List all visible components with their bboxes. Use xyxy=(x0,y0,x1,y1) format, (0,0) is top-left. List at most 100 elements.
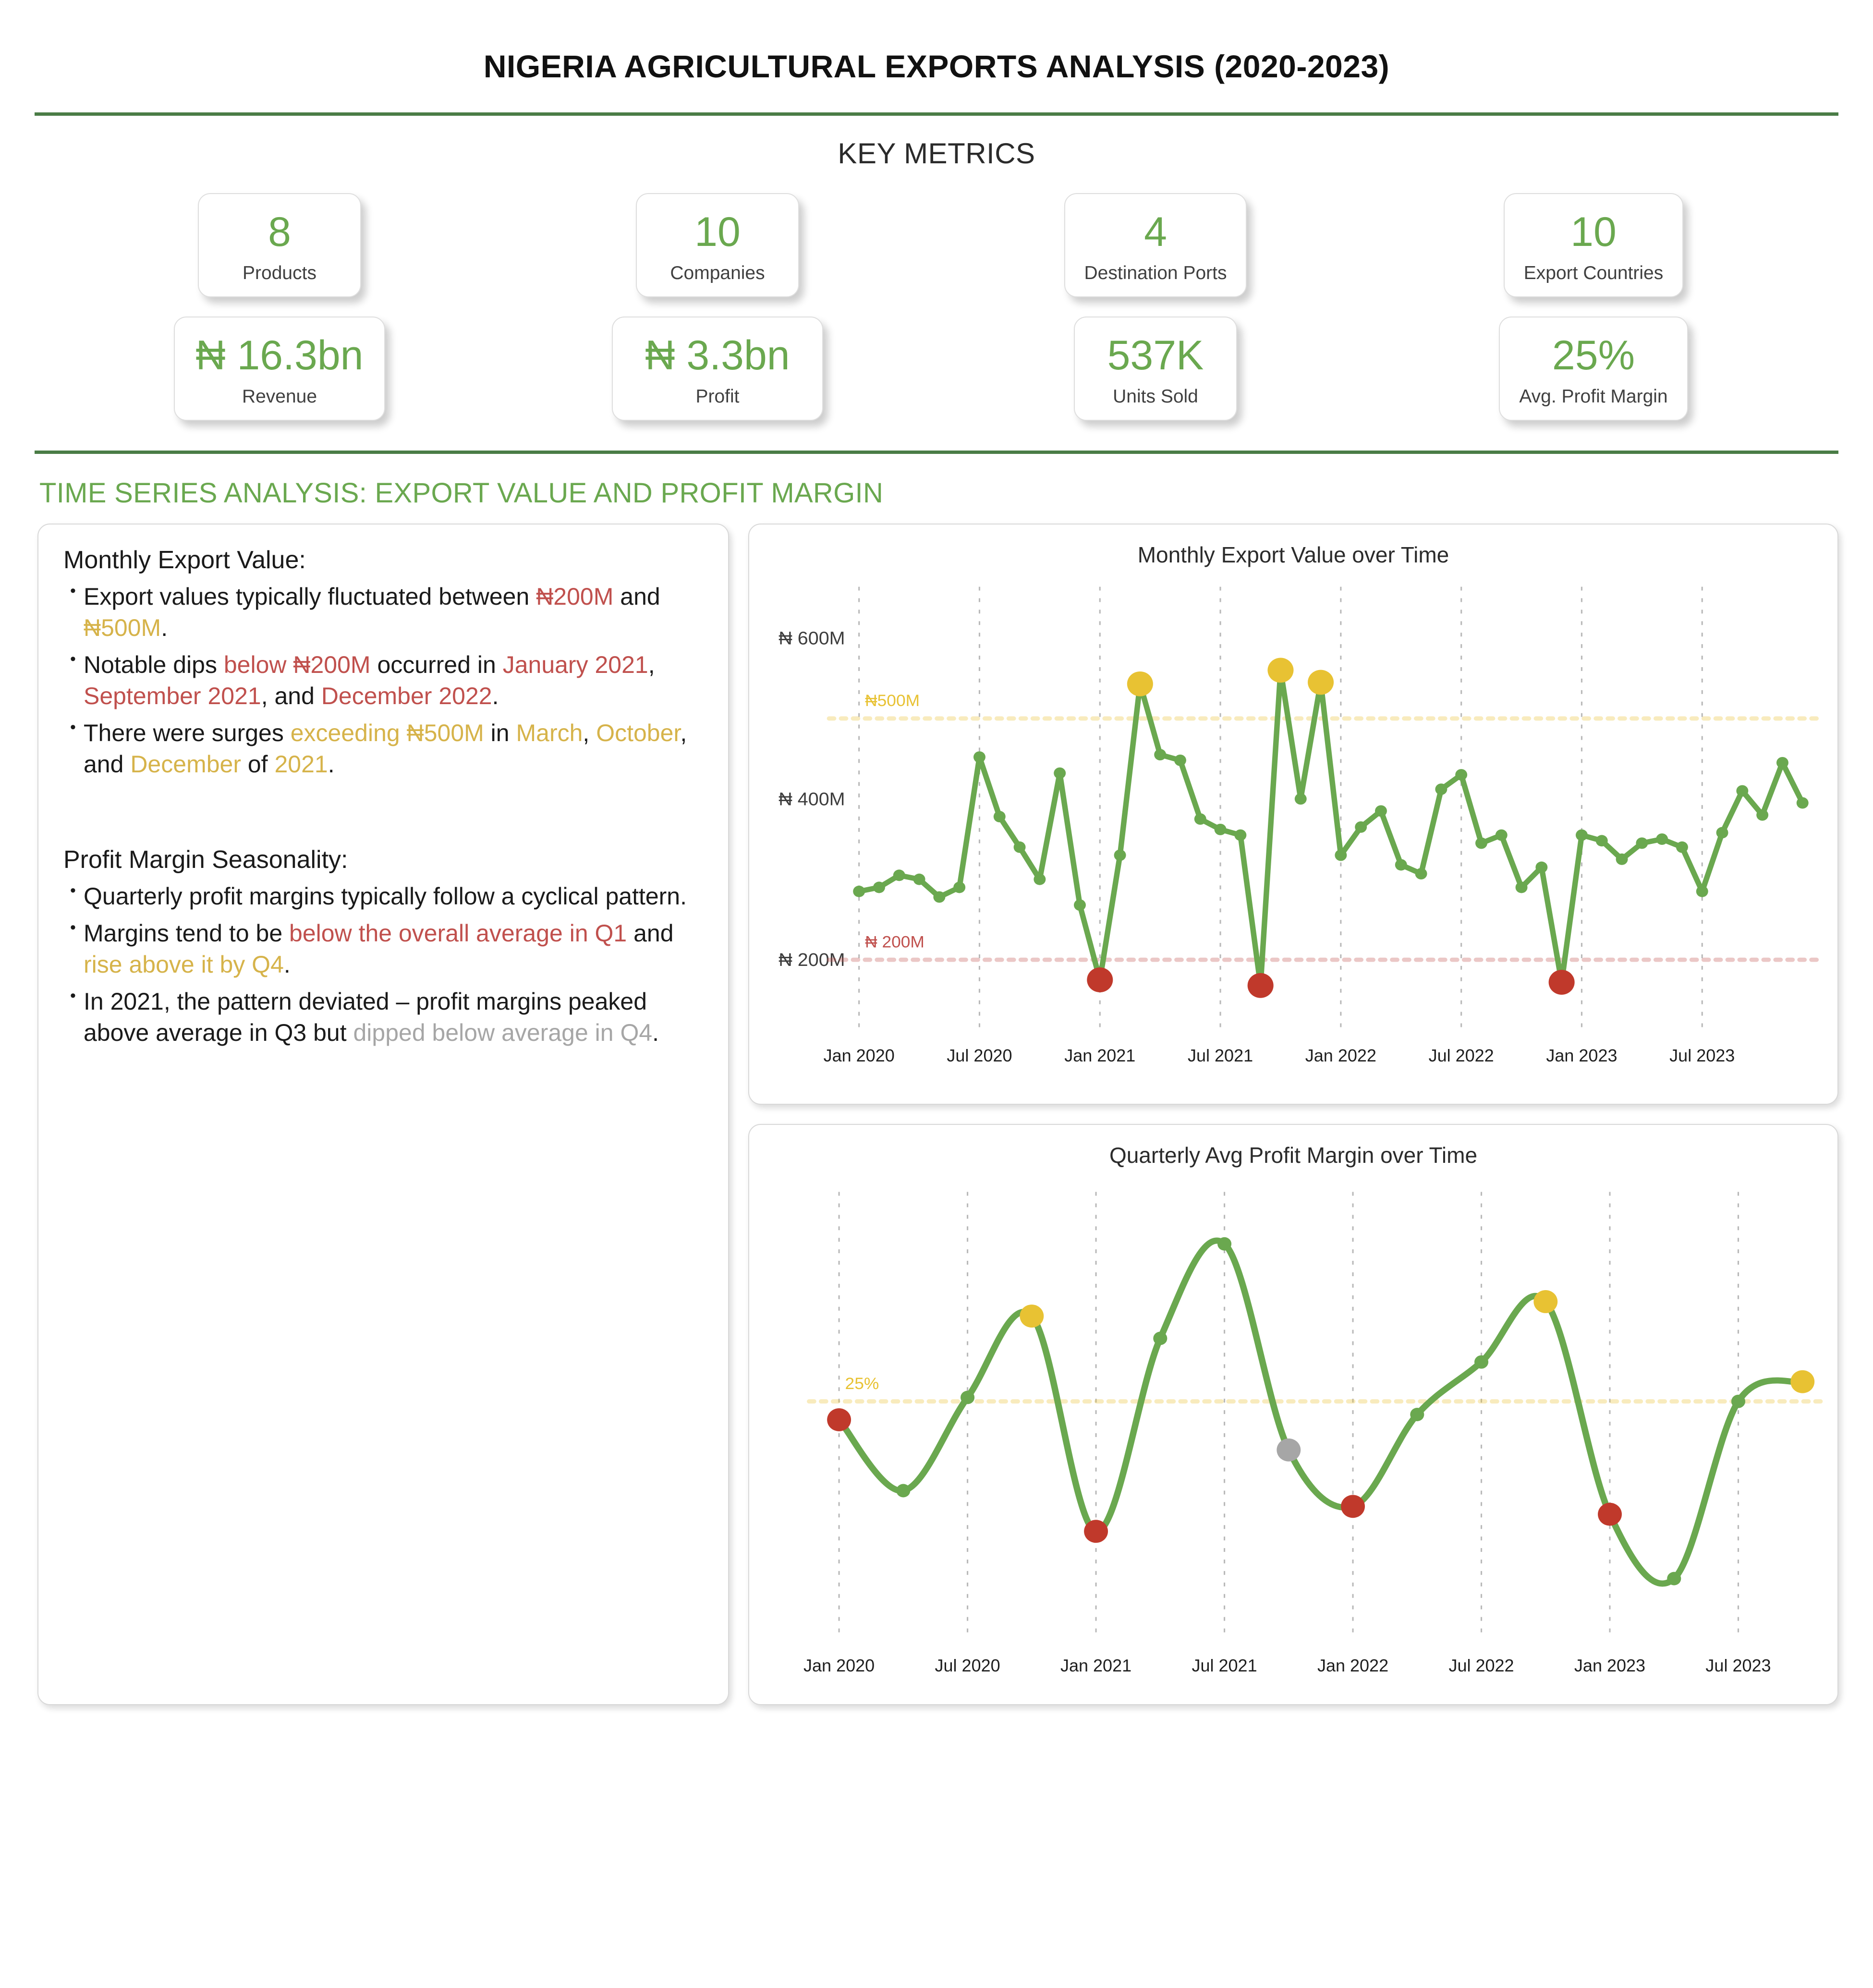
x-axis-tick-label: Jan 2020 xyxy=(823,1045,895,1065)
monthly-export-value-plot: ₦ 600M ₦ 400M ₦ 200M ₦500M ₦ 200M Jan 2020 Jul… xyxy=(749,524,1837,1104)
section-divider xyxy=(35,450,1838,454)
quarterly-profit-margin-plot: 25% Jan 2020 Jul 2020 Jan 2021 Jul 2021 Jan 2… xyxy=(749,1125,1837,1704)
kpi-label: Profit xyxy=(695,386,740,407)
x-axis-tick-label: Jan 2022 xyxy=(1305,1045,1376,1065)
insight-text-run: September 2021 xyxy=(84,682,261,709)
kpi-value: ₦ 3.3bn xyxy=(645,332,790,378)
kpi-card-avg-profit-margin: 25% Avg. Profit Margin xyxy=(1499,316,1688,421)
insight-text-run: , and xyxy=(261,682,321,709)
x-axis-tick-label: Jul 2023 xyxy=(1669,1045,1735,1065)
insight-text-run: There were surges xyxy=(84,719,291,746)
insight-text-run: , xyxy=(648,651,655,678)
insights-block2-list: Quarterly profit margins typically follo… xyxy=(63,880,703,1049)
insight-text-run: December 2022 xyxy=(321,682,492,709)
chart-card-quarterly-profit-margin: Quarterly Avg Profit Margin over Time 25… xyxy=(748,1123,1838,1705)
insights-block1-list: Export values typically fluctuated betwe… xyxy=(63,580,703,780)
kpi-label: Export Countries xyxy=(1523,262,1664,283)
svg-text:₦ 600M: ₦ 600M xyxy=(778,628,845,648)
chart-card-monthly-export-value: Monthly Export Value over Time ₦ 600M ₦ 4… xyxy=(748,523,1838,1105)
x-axis-tick-label: Jul 2021 xyxy=(1192,1655,1257,1675)
insight-text-run: occurred in xyxy=(370,651,503,678)
insight-text-run: Quarterly profit margins typically follo… xyxy=(84,882,687,910)
insight-text-run: , xyxy=(583,719,596,746)
kpi-card-units-sold: 537K Units Sold xyxy=(1074,316,1237,421)
svg-text:₦ 200M: ₦ 200M xyxy=(865,933,924,951)
insight-text-run: and xyxy=(613,583,660,610)
insight-text-run: . xyxy=(652,1019,659,1046)
kpi-value: 8 xyxy=(268,209,291,255)
svg-text:₦500M: ₦500M xyxy=(865,692,920,709)
kpi-card-companies: 10 Companies xyxy=(636,193,799,297)
insights-panel: Monthly Export Value: Export values typi… xyxy=(37,523,729,1705)
insight-text-run: ₦200M xyxy=(536,583,614,610)
kpi-label: Avg. Profit Margin xyxy=(1519,386,1668,407)
kpi-card-export-countries: 10 Export Countries xyxy=(1503,193,1684,297)
insight-text-run: December xyxy=(130,750,241,778)
kpi-row-1: 8 Products 10 Companies 4 Destination Po… xyxy=(72,193,1801,297)
dashboard-page: NIGERIA AGRICULTURAL EXPORTS ANALYSIS (2… xyxy=(0,0,1873,1988)
x-axis-tick-label: Jul 2021 xyxy=(1188,1045,1253,1065)
insight-text-run: Notable dips xyxy=(84,651,224,678)
svg-text:₦ 400M: ₦ 400M xyxy=(778,789,845,809)
insight-bullet: Quarterly profit margins typically follo… xyxy=(63,880,703,912)
insight-text-run: October xyxy=(596,719,681,746)
analysis-content: Monthly Export Value: Export values typi… xyxy=(0,509,1873,1705)
kpi-row-2: ₦ 16.3bn Revenue ₦ 3.3bn Profit 537K Uni… xyxy=(72,316,1801,421)
kpi-label: Destination Ports xyxy=(1084,262,1227,283)
insight-text-run: dipped below average in Q4 xyxy=(353,1019,653,1046)
section-heading: TIME SERIES ANALYSIS: EXPORT VALUE AND P… xyxy=(39,477,884,509)
insight-text-run: of xyxy=(241,750,275,778)
insight-text-run: below ₦200M xyxy=(223,651,371,678)
x-axis-tick-label: Jan 2023 xyxy=(1546,1045,1618,1065)
svg-text:25%: 25% xyxy=(845,1375,879,1392)
insight-text-run: March xyxy=(516,719,583,746)
insight-text-run: . xyxy=(492,682,499,709)
key-metrics-heading: KEY METRICS xyxy=(838,137,1035,170)
kpi-value: 537K xyxy=(1107,332,1204,378)
kpi-value: 25% xyxy=(1552,332,1635,378)
x-axis-tick-label: Jul 2022 xyxy=(1448,1655,1514,1675)
x-axis-tick-label: Jan 2023 xyxy=(1574,1655,1646,1675)
kpi-value: 10 xyxy=(1570,209,1617,255)
x-axis-tick-label: Jul 2022 xyxy=(1428,1045,1494,1065)
x-axis-tick-label: Jan 2021 xyxy=(1060,1655,1132,1675)
insight-text-run: . xyxy=(161,614,168,641)
insight-bullet: Notable dips below ₦200M occurred in Jan… xyxy=(63,648,703,712)
x-axis-tick-label: Jul 2020 xyxy=(935,1655,1000,1675)
insight-bullet: In 2021, the pattern deviated – profit m… xyxy=(63,985,703,1049)
kpi-card-profit: ₦ 3.3bn Profit xyxy=(612,316,823,421)
x-axis-tick-label: Jul 2023 xyxy=(1705,1655,1771,1675)
insight-text-run: January 2021 xyxy=(502,651,648,678)
insight-text-run: rise above it by Q4 xyxy=(84,951,284,978)
insight-text-run: ₦500M xyxy=(84,614,161,641)
insight-text-run: below the overall average in Q1 xyxy=(289,919,627,947)
x-axis-tick-label: Jan 2021 xyxy=(1064,1045,1136,1065)
insight-text-run: . xyxy=(328,750,335,778)
insights-column: Monthly Export Value: Export values typi… xyxy=(37,523,729,1705)
insight-bullet: Margins tend to be below the overall ave… xyxy=(63,917,703,980)
x-axis-tick-label: Jul 2020 xyxy=(947,1045,1012,1065)
insight-text-run: exceeding ₦500M xyxy=(290,719,484,746)
insight-text-run: . xyxy=(283,951,291,978)
kpi-value: 10 xyxy=(694,209,741,255)
page-title: NIGERIA AGRICULTURAL EXPORTS ANALYSIS (2… xyxy=(483,49,1390,84)
insight-text-run: Export values typically fluctuated betwe… xyxy=(84,583,536,610)
insight-text-run: in xyxy=(484,719,516,746)
kpi-label: Revenue xyxy=(242,386,317,407)
header-divider xyxy=(35,112,1838,116)
insight-text-run: and xyxy=(627,919,674,947)
kpi-grid: 8 Products 10 Companies 4 Destination Po… xyxy=(0,193,1873,421)
kpi-label: Units Sold xyxy=(1113,386,1198,407)
insight-text-run: Margins tend to be xyxy=(84,919,290,947)
insight-bullet: Export values typically fluctuated betwe… xyxy=(63,580,703,644)
x-axis-tick-label: Jan 2022 xyxy=(1317,1655,1389,1675)
kpi-label: Companies xyxy=(670,262,765,283)
insights-block1-title: Monthly Export Value: xyxy=(63,546,306,574)
x-axis-tick-label: Jan 2020 xyxy=(803,1655,875,1675)
kpi-card-products: 8 Products xyxy=(198,193,361,297)
kpi-label: Products xyxy=(243,262,316,283)
kpi-card-revenue: ₦ 16.3bn Revenue xyxy=(174,316,385,421)
kpi-value: ₦ 16.3bn xyxy=(195,332,364,378)
insight-bullet: There were surges exceeding ₦500M in Mar… xyxy=(63,717,703,780)
charts-column: Monthly Export Value over Time ₦ 600M ₦ 4… xyxy=(748,523,1838,1705)
